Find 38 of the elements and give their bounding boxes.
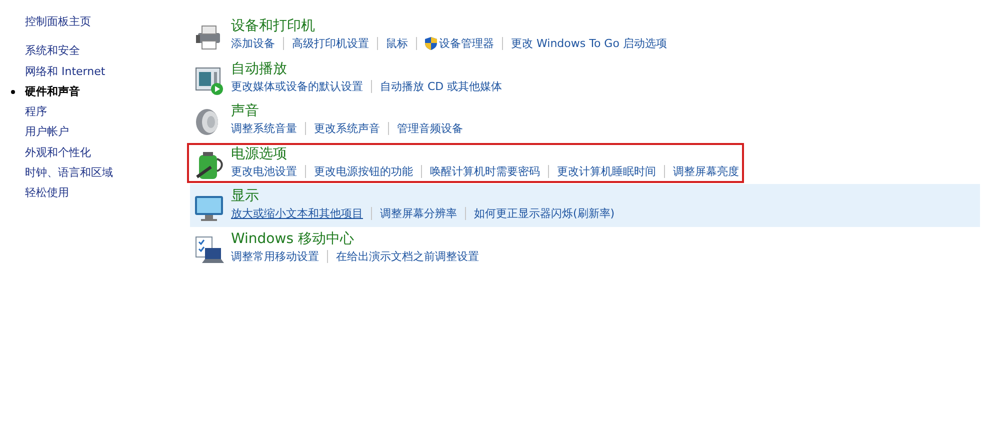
sidebar-item[interactable]: 硬件和声音 bbox=[25, 82, 190, 102]
link[interactable]: 唤醒计算机时需要密码 bbox=[430, 162, 540, 180]
link[interactable]: 鼠标 bbox=[386, 35, 408, 52]
link[interactable]: 更改系统声音 bbox=[314, 120, 380, 138]
link[interactable]: 添加设备 bbox=[231, 35, 275, 52]
category-title[interactable]: 设备和打印机 bbox=[231, 17, 667, 35]
sidebar-item[interactable]: 用户帐户 bbox=[25, 122, 190, 143]
link[interactable]: 更改计算机睡眠时间 bbox=[557, 162, 656, 180]
link[interactable]: 放大或缩小文本和其他项目 bbox=[231, 205, 363, 222]
link[interactable]: 更改电池设置 bbox=[231, 162, 297, 180]
link[interactable]: 调整系统音量 bbox=[231, 120, 297, 138]
sidebar-item[interactable]: 轻松使用 bbox=[25, 183, 190, 204]
link[interactable]: 设备管理器 bbox=[425, 35, 494, 52]
link[interactable]: 更改电源按钮的功能 bbox=[314, 162, 413, 180]
shield-icon bbox=[425, 37, 437, 50]
bullet-icon bbox=[11, 90, 15, 94]
link[interactable]: 高级打印机设置 bbox=[292, 35, 369, 52]
link[interactable]: 在给出演示文档之前调整设置 bbox=[336, 248, 479, 265]
category-title[interactable]: 自动播放 bbox=[231, 60, 502, 78]
link[interactable]: 调整常用移动设置 bbox=[231, 248, 319, 265]
link[interactable]: 调整屏幕分辨率 bbox=[380, 205, 457, 222]
link[interactable]: 管理音频设备 bbox=[397, 120, 463, 138]
link[interactable]: 更改 Windows To Go 启动选项 bbox=[511, 35, 667, 52]
category-title[interactable]: 显示 bbox=[231, 187, 615, 206]
link[interactable]: 自动播放 CD 或其他媒体 bbox=[380, 78, 502, 95]
sidebar-item[interactable]: 时钟、语言和区域 bbox=[25, 163, 190, 184]
sidebar-item[interactable]: 网络和 Internet bbox=[25, 62, 190, 82]
sidebar-item[interactable]: 系统和安全 bbox=[25, 41, 190, 62]
category-title[interactable]: Windows 移动中心 bbox=[231, 230, 479, 248]
sidebar-item[interactable]: 外观和个性化 bbox=[25, 142, 190, 164]
link[interactable]: 如何更正显示器闪烁(刷新率) bbox=[474, 205, 615, 222]
category-title[interactable]: 电源选项 bbox=[231, 144, 739, 163]
laptop-checklist-icon[interactable] bbox=[193, 234, 225, 266]
sidebar-item[interactable]: 程序 bbox=[25, 102, 190, 122]
category-title[interactable]: 声音 bbox=[231, 102, 463, 120]
link[interactable]: 更改媒体或设备的默认设置 bbox=[231, 78, 363, 95]
home-link[interactable]: 控制面板主页 bbox=[25, 12, 190, 32]
link[interactable]: 调整屏幕亮度 bbox=[673, 162, 739, 180]
